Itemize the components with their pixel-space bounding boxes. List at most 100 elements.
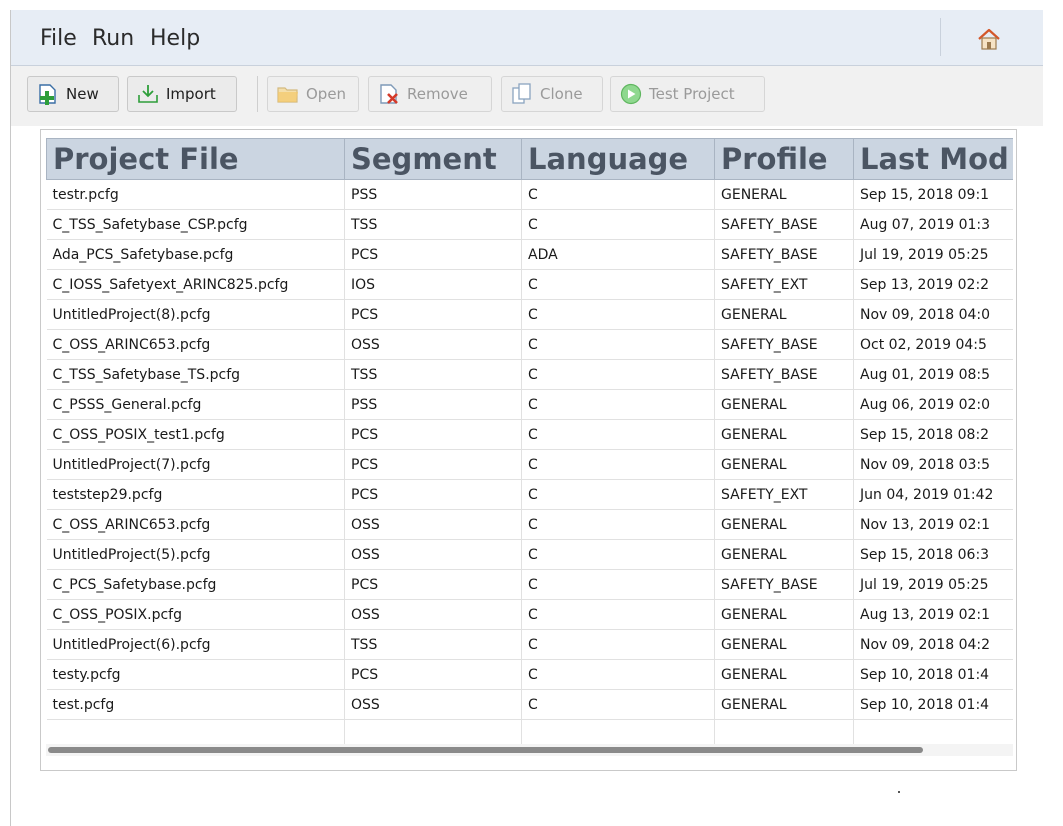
cell-segment: PCS (344, 299, 522, 330)
column-header-segment[interactable]: Segment (344, 138, 522, 180)
cell-profile: SAFETY_EXT (714, 269, 854, 300)
cell-language: C (521, 269, 715, 300)
home-button[interactable] (976, 27, 1002, 51)
cell-profile: GENERAL (714, 689, 854, 720)
cell-last-modified: Nov 09, 2018 03:5 (853, 449, 1013, 480)
table-row[interactable]: UntitledProject(6).pcfg TSS C GENERAL Nov 09… (46, 629, 1013, 660)
cell-last-modified: Sep 13, 2019 02:2 (853, 269, 1013, 300)
empty-table-row (46, 719, 1013, 746)
import-button[interactable]: Import (127, 76, 237, 112)
cell-profile: SAFETY_BASE (714, 329, 854, 360)
cell-project-file: test.pcfg (46, 689, 345, 720)
cell-language: C (521, 359, 715, 390)
cell-language: C (521, 419, 715, 450)
horizontal-scrollbar[interactable] (46, 744, 1013, 756)
app-window: File Run Help New Import Open Remove Clo… (10, 10, 1043, 826)
table-row[interactable]: testr.pcfg PSS C GENERAL Sep 15, 2018 09:1 (46, 179, 1013, 210)
cell-language: C (521, 389, 715, 420)
cell-profile: SAFETY_BASE (714, 359, 854, 390)
cell-language: C (521, 569, 715, 600)
column-header-profile[interactable]: Profile (714, 138, 854, 180)
cell-language: C (521, 479, 715, 510)
cell-segment: PCS (344, 569, 522, 600)
cell-profile: GENERAL (714, 419, 854, 450)
cell-project-file: UntitledProject(5).pcfg (46, 539, 345, 570)
table-row[interactable]: C_PSSS_General.pcfg PSS C GENERAL Aug 06, 20… (46, 389, 1013, 420)
column-header-last-modified[interactable]: Last Mod (853, 138, 1013, 180)
cell-project-file: UntitledProject(7).pcfg (46, 449, 345, 480)
cell-project-file: C_OSS_POSIX_test1.pcfg (46, 419, 345, 450)
clone-button-label: Clone (540, 85, 583, 103)
cell-project-file: testy.pcfg (46, 659, 345, 690)
table-row[interactable]: C_PCS_Safetybase.pcfg PCS C SAFETY_BASE Jul … (46, 569, 1013, 600)
cell-segment: PSS (344, 179, 522, 210)
cell-last-modified: Sep 10, 2018 01:4 (853, 689, 1013, 720)
new-button[interactable]: New (27, 76, 119, 112)
cell-segment: TSS (344, 359, 522, 390)
cell-segment: OSS (344, 689, 522, 720)
clone-icon (512, 83, 531, 104)
cell-segment: OSS (344, 539, 522, 570)
new-file-icon (39, 84, 56, 105)
remove-button-label: Remove (407, 85, 468, 103)
toolbar: New Import Open Remove Clone Test Projec… (11, 66, 1043, 126)
cell-project-file: Ada_PCS_Safetybase.pcfg (46, 239, 345, 270)
cell-project-file: teststep29.pcfg (46, 479, 345, 510)
test-project-button-label: Test Project (649, 85, 735, 103)
table-body: testr.pcfg PSS C GENERAL Sep 15, 2018 09:1 C_… (46, 179, 1013, 746)
cell-last-modified: Sep 15, 2018 08:2 (853, 419, 1013, 450)
cell-project-file: C_OSS_ARINC653.pcfg (46, 509, 345, 540)
table-row[interactable]: Ada_PCS_Safetybase.pcfg PCS ADA SAFETY_BASE… (46, 239, 1013, 270)
open-folder-icon (277, 87, 298, 103)
menu-help[interactable]: Help (150, 26, 200, 51)
project-table-panel: Project File Segment Language Profile La… (40, 129, 1017, 771)
cell-last-modified: Nov 09, 2018 04:0 (853, 299, 1013, 330)
empty-cell (714, 719, 854, 746)
project-table-viewport: Project File Segment Language Profile La… (46, 138, 1013, 756)
table-row[interactable]: C_TSS_Safetybase_TS.pcfg TSS C SAFETY_BASE A… (46, 359, 1013, 390)
column-header-project-file[interactable]: Project File (46, 138, 345, 180)
cell-last-modified: Aug 13, 2019 02:1 (853, 599, 1013, 630)
cell-language: C (521, 209, 715, 240)
table-row[interactable]: C_OSS_ARINC653.pcfg OSS C GENERAL Nov 13, 20… (46, 509, 1013, 540)
cell-language: C (521, 689, 715, 720)
cell-language: C (521, 329, 715, 360)
cell-language: C (521, 659, 715, 690)
empty-cell (344, 719, 522, 746)
cell-project-file: testr.pcfg (46, 179, 345, 210)
column-header-language[interactable]: Language (521, 138, 715, 180)
cell-language: C (521, 449, 715, 480)
cell-profile: SAFETY_EXT (714, 479, 854, 510)
table-row[interactable]: UntitledProject(8).pcfg PCS C GENERAL Nov 09… (46, 299, 1013, 330)
table-row[interactable]: C_IOSS_Safetyext_ARINC825.pcfg IOS C SAFETY… (46, 269, 1013, 300)
cell-segment: PCS (344, 449, 522, 480)
table-row[interactable]: UntitledProject(5).pcfg OSS C GENERAL Sep 15… (46, 539, 1013, 570)
cell-language: C (521, 599, 715, 630)
empty-cell (521, 719, 715, 746)
clone-button[interactable]: Clone (501, 76, 603, 112)
open-button[interactable]: Open (267, 76, 359, 112)
test-project-button[interactable]: Test Project (610, 76, 765, 112)
table-row[interactable]: C_OSS_POSIX.pcfg OSS C GENERAL Aug 13, 2019 … (46, 599, 1013, 630)
menu-file[interactable]: File (40, 26, 77, 51)
cell-profile: SAFETY_BASE (714, 569, 854, 600)
table-row[interactable]: C_TSS_Safetybase_CSP.pcfg TSS C SAFETY_BASE… (46, 209, 1013, 240)
remove-button[interactable]: Remove (368, 76, 492, 112)
table-row[interactable]: teststep29.pcfg PCS C SAFETY_EXT Jun 04, 201… (46, 479, 1013, 510)
menu-run[interactable]: Run (92, 26, 134, 51)
table-row[interactable]: C_OSS_ARINC653.pcfg OSS C SAFETY_BASE Oct 02… (46, 329, 1013, 360)
cell-last-modified: Nov 09, 2018 04:2 (853, 629, 1013, 660)
cell-profile: SAFETY_BASE (714, 239, 854, 270)
empty-cell (853, 719, 1013, 746)
cell-profile: GENERAL (714, 449, 854, 480)
cell-project-file: C_TSS_Safetybase_TS.pcfg (46, 359, 345, 390)
table-row[interactable]: test.pcfg OSS C GENERAL Sep 10, 2018 01:4 (46, 689, 1013, 720)
cell-profile: GENERAL (714, 179, 854, 210)
table-row[interactable]: testy.pcfg PCS C GENERAL Sep 10, 2018 01:4 (46, 659, 1013, 690)
horizontal-scrollbar-thumb[interactable] (48, 747, 923, 753)
table-row[interactable]: UntitledProject(7).pcfg PCS C GENERAL Nov 09… (46, 449, 1013, 480)
cell-profile: GENERAL (714, 299, 854, 330)
cell-profile: GENERAL (714, 389, 854, 420)
table-row[interactable]: C_OSS_POSIX_test1.pcfg PCS C GENERAL Sep 15,… (46, 419, 1013, 450)
table-header-row: Project File Segment Language Profile La… (46, 138, 1013, 180)
